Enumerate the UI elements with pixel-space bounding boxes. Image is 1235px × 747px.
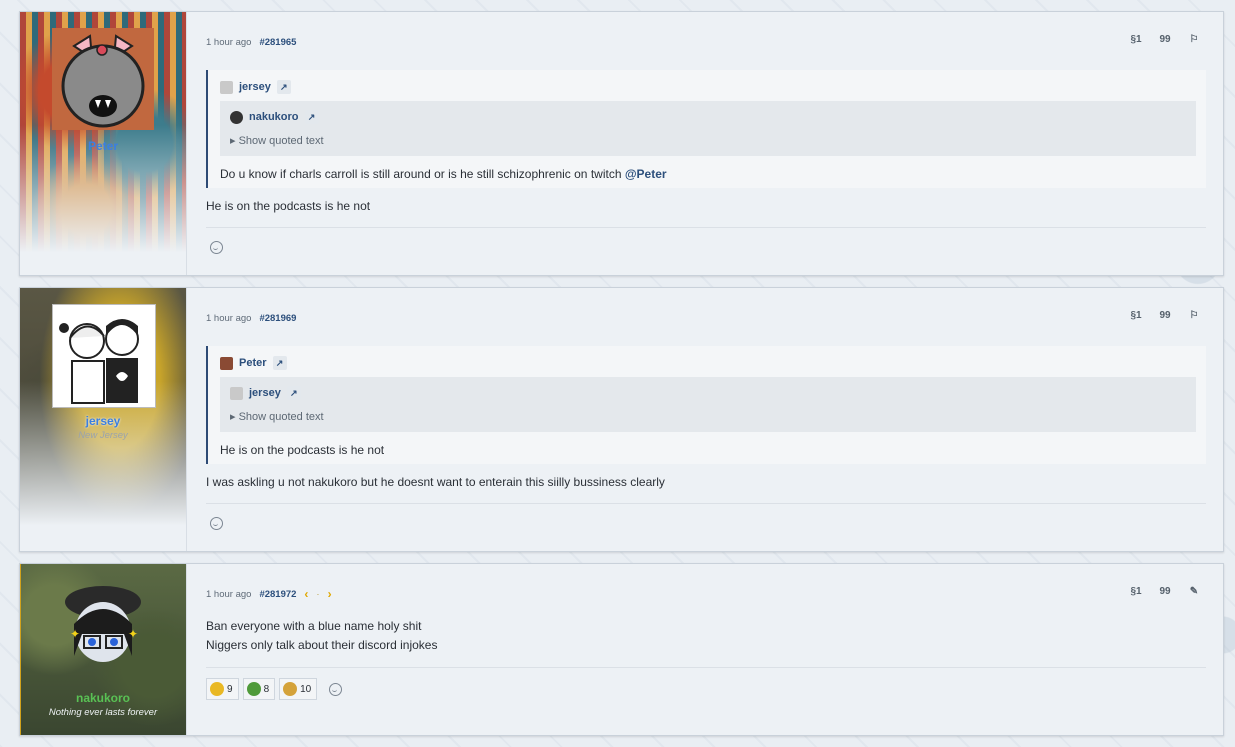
reaction-chip[interactable]: 9 xyxy=(206,678,239,700)
quote-text: Do u know if charls carroll is still aro… xyxy=(220,167,667,181)
post-body: Ban everyone with a blue name holy shit … xyxy=(206,619,438,652)
avatar[interactable] xyxy=(52,28,154,130)
pepe-emoji-icon xyxy=(246,682,261,696)
flag-icon[interactable]: ⚐ xyxy=(1188,310,1200,322)
user-cell: jersey New Jersey xyxy=(20,288,187,551)
quote-icon[interactable]: 99 xyxy=(1159,310,1171,322)
user-title: New Jersey xyxy=(78,430,128,441)
quote-icon[interactable]: 99 xyxy=(1159,34,1171,46)
post-time[interactable]: 1 hour ago xyxy=(206,37,251,48)
cookie-emoji-icon xyxy=(283,682,298,696)
user-title: Nothing ever lasts forever xyxy=(48,707,158,718)
post-main: 1 hour ago #281965 §1 99 ⚐ jersey ↗ naku… xyxy=(187,12,1223,275)
quote-text: He is on the podcasts is he not xyxy=(220,443,385,457)
laugh-emoji-icon xyxy=(210,682,224,696)
quote-author-avatar xyxy=(230,110,243,124)
quote-block: Peter ↗ jersey ↗ ▸ Show quoted text He i… xyxy=(206,346,1206,464)
post-main: 1 hour ago #281972 ‹ · › §1 99 ✎ Ban eve… xyxy=(187,564,1223,735)
add-reaction-icon[interactable] xyxy=(329,682,343,696)
edit-icon[interactable]: ✎ xyxy=(1188,586,1200,598)
quote-author-avatar xyxy=(230,386,243,400)
show-quoted-text-toggle[interactable]: ▸ Show quoted text xyxy=(230,134,324,147)
user-cell: Peter xyxy=(20,12,187,275)
divider xyxy=(206,667,1206,668)
post-actions: §1 99 ✎ xyxy=(1130,586,1200,598)
post-time[interactable]: 1 hour ago xyxy=(206,589,251,600)
post-main: 1 hour ago #281969 §1 99 ⚐ Peter ↗ jerse… xyxy=(187,288,1223,551)
quote-author-avatar xyxy=(220,356,233,370)
username[interactable]: nakukoro xyxy=(20,691,186,705)
quote-author[interactable]: nakukoro xyxy=(249,111,299,123)
mention-link[interactable]: @Peter xyxy=(625,167,667,181)
avatar[interactable] xyxy=(52,304,156,408)
quote-author[interactable]: jersey xyxy=(249,387,281,399)
show-quoted-text-toggle[interactable]: ▸ Show quoted text xyxy=(230,410,324,423)
post-number[interactable]: #281972 xyxy=(259,589,296,600)
flag-icon[interactable]: ⚐ xyxy=(1188,34,1200,46)
nested-quote: jersey ↗ ▸ Show quoted text xyxy=(220,377,1196,432)
reaction-chip[interactable]: 10 xyxy=(279,678,318,700)
post-body: I was askling u not nakukoro but he does… xyxy=(206,475,665,489)
post-actions: §1 99 ⚐ xyxy=(1130,34,1200,46)
nav-separator: · xyxy=(316,589,320,600)
user-cell: ✦ ✦ nakukoro Nothing ever lasts forever xyxy=(20,564,187,735)
add-reaction-icon[interactable] xyxy=(210,517,223,530)
post-number[interactable]: #281969 xyxy=(259,313,296,324)
quote-icon[interactable]: 99 xyxy=(1159,586,1171,598)
post-meta: 1 hour ago #281972 ‹ · › xyxy=(206,588,332,600)
add-reaction-icon[interactable] xyxy=(210,241,223,254)
quote-author-avatar xyxy=(220,80,233,94)
post: Peter 1 hour ago #281965 §1 99 ⚐ jersey … xyxy=(19,11,1224,276)
post-meta: 1 hour ago #281969 xyxy=(206,313,296,324)
next-post-arrow[interactable]: › xyxy=(328,588,332,600)
post: ✦ ✦ nakukoro Nothing ever lasts forever … xyxy=(19,563,1224,736)
post-actions: §1 99 ⚐ xyxy=(1130,310,1200,322)
post: jersey New Jersey 1 hour ago #281969 §1 … xyxy=(19,287,1224,552)
post-body: He is on the podcasts is he not xyxy=(206,199,371,213)
go-to-quote-icon[interactable]: ↗ xyxy=(304,110,319,124)
go-to-quote-icon[interactable]: ↗ xyxy=(272,356,287,370)
username[interactable]: jersey xyxy=(20,414,186,428)
nested-quote: nakukoro ↗ ▸ Show quoted text xyxy=(220,101,1196,156)
divider xyxy=(206,503,1206,504)
post-time[interactable]: 1 hour ago xyxy=(206,313,251,324)
avatar[interactable]: ✦ ✦ xyxy=(52,574,154,676)
quote-author[interactable]: Peter xyxy=(239,357,267,369)
share-icon[interactable]: §1 xyxy=(1130,586,1142,598)
reaction-chip[interactable]: 8 xyxy=(242,678,276,700)
quote-author[interactable]: jersey xyxy=(239,81,271,93)
divider xyxy=(206,227,1206,228)
share-icon[interactable]: §1 xyxy=(1130,34,1142,46)
go-to-quote-icon[interactable]: ↗ xyxy=(286,386,301,400)
share-icon[interactable]: §1 xyxy=(1130,310,1142,322)
reaction-bar: 9 8 10 xyxy=(206,678,343,700)
post-meta: 1 hour ago #281965 xyxy=(206,37,296,48)
svg-text:✦: ✦ xyxy=(128,627,138,641)
username[interactable]: Peter xyxy=(20,139,186,153)
prev-post-arrow[interactable]: ‹ xyxy=(304,588,308,600)
go-to-quote-icon[interactable]: ↗ xyxy=(276,80,291,94)
post-number[interactable]: #281965 xyxy=(259,37,296,48)
svg-text:✦: ✦ xyxy=(70,627,80,641)
quote-block: jersey ↗ nakukoro ↗ ▸ Show quoted text D… xyxy=(206,70,1206,188)
